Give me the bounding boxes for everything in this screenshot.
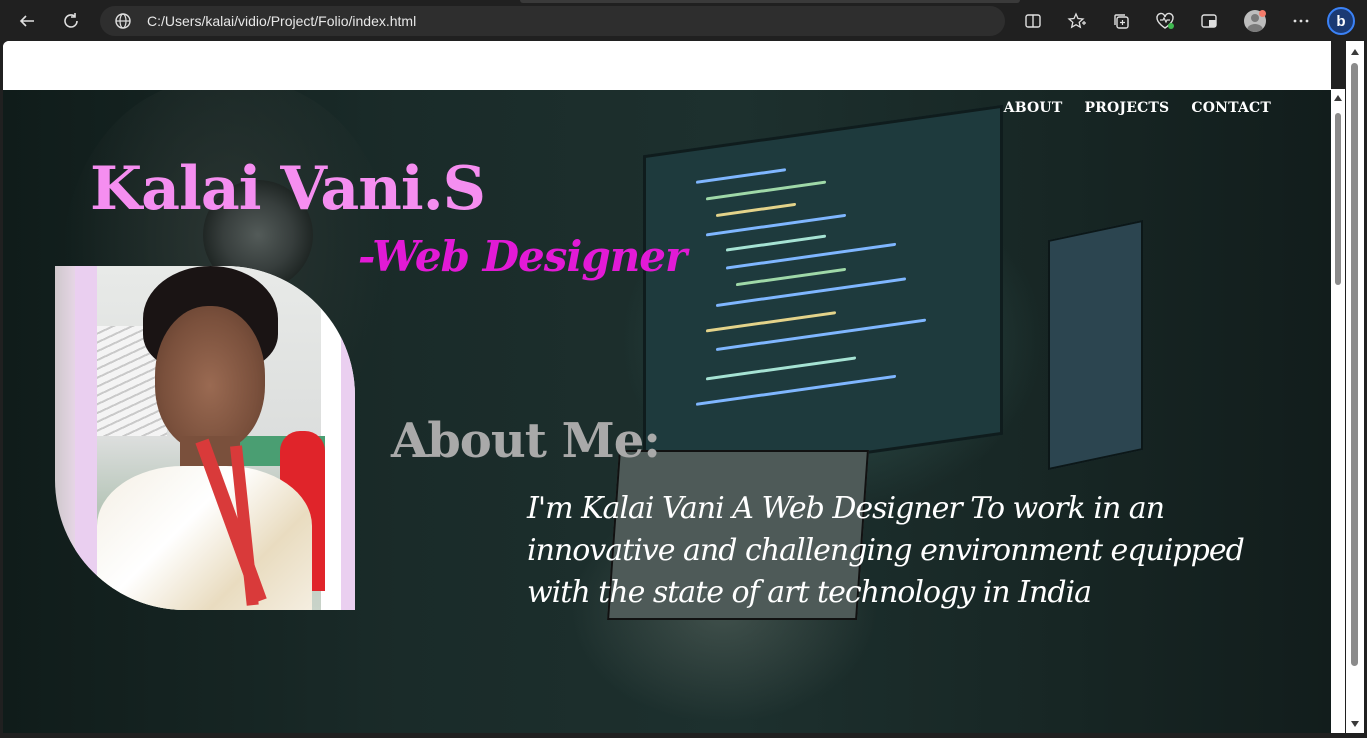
address-bar[interactable]: C:/Users/kalai/vidio/Project/Folio/index… <box>100 6 1005 36</box>
code-line <box>696 168 786 184</box>
favorites-icon <box>1067 12 1086 29</box>
bing-copilot-icon: b <box>1327 7 1355 35</box>
about-title: About Me: <box>391 413 661 469</box>
background-side-monitor <box>1048 219 1143 471</box>
scroll-down-arrow-icon[interactable] <box>1351 721 1359 727</box>
refresh-icon <box>64 13 78 28</box>
code-line <box>716 202 796 218</box>
window-scrollbar[interactable] <box>1346 41 1364 733</box>
collections-button[interactable] <box>1106 6 1136 36</box>
refresh-button[interactable] <box>56 6 86 36</box>
profile-photo <box>55 266 355 610</box>
scroll-up-arrow-icon[interactable] <box>1334 95 1342 101</box>
about-text: I'm Kalai Vani A Web Designer To work in… <box>527 491 1245 610</box>
designer-role: -Web Designer <box>358 232 687 281</box>
url-text[interactable]: C:/Users/kalai/vidio/Project/Folio/index… <box>147 13 416 29</box>
page-scrollbar[interactable] <box>1331 89 1345 733</box>
extensions-button[interactable] <box>1194 6 1224 36</box>
back-icon <box>19 15 34 27</box>
back-button[interactable] <box>12 6 42 36</box>
photo-frame-right <box>341 266 355 610</box>
code-line <box>706 213 846 237</box>
browser-essentials-icon <box>1156 12 1174 29</box>
favorites-button[interactable] <box>1062 6 1092 36</box>
scrollbar-thumb[interactable] <box>1335 113 1341 285</box>
photo-face <box>155 306 265 451</box>
main-nav: ABOUT PROJECTS CONTACT <box>1004 100 1271 116</box>
designer-name: Kalai Vani.S <box>90 154 486 224</box>
code-line <box>736 267 846 287</box>
tab-strip-edge <box>520 0 1020 3</box>
page-top-band <box>3 41 1331 90</box>
photo-frame-left <box>75 266 97 610</box>
split-screen-icon <box>1025 14 1041 28</box>
scroll-up-arrow-icon[interactable] <box>1351 49 1359 55</box>
extensions-icon <box>1201 14 1217 28</box>
split-screen-button[interactable] <box>1018 6 1048 36</box>
code-line <box>706 356 856 381</box>
photo-dress <box>97 466 312 610</box>
collections-icon <box>1114 14 1129 29</box>
code-line <box>706 311 836 333</box>
nav-contact-link[interactable]: CONTACT <box>1191 100 1271 116</box>
hero-section: ABOUT PROJECTS CONTACT Kalai Vani.S -Web… <box>3 90 1331 733</box>
profile-button[interactable] <box>1240 6 1270 36</box>
scrollbar-thumb[interactable] <box>1351 63 1358 666</box>
notification-dot <box>1259 10 1266 17</box>
nav-about-link[interactable]: ABOUT <box>1004 100 1063 116</box>
globe-icon <box>115 13 131 29</box>
browser-toolbar: C:/Users/kalai/vidio/Project/Folio/index… <box>0 0 1367 41</box>
browser-essentials-button[interactable] <box>1150 6 1180 36</box>
code-line <box>706 180 826 201</box>
more-button[interactable] <box>1286 6 1316 36</box>
code-line <box>696 374 896 406</box>
nav-projects-link[interactable]: PROJECTS <box>1084 100 1169 116</box>
more-icon <box>1293 19 1309 23</box>
bing-copilot-button[interactable]: b <box>1326 6 1356 36</box>
code-line <box>726 234 826 252</box>
background-monitor <box>643 104 1003 486</box>
page-viewport: ABOUT PROJECTS CONTACT Kalai Vani.S -Web… <box>3 41 1331 733</box>
